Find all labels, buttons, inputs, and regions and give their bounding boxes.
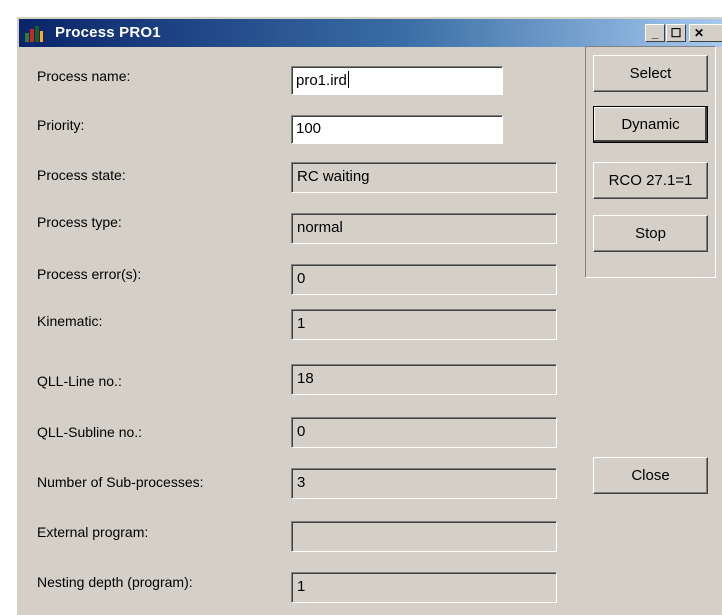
external-program-label: External program: xyxy=(37,524,149,540)
close-button[interactable]: Close xyxy=(593,457,708,494)
priority-input[interactable]: 100 xyxy=(291,115,503,144)
sub-processes-label: Number of Sub-processes: xyxy=(37,474,204,490)
process-state-label: Process state: xyxy=(37,167,126,183)
process-errors-field: 0 xyxy=(291,264,557,295)
dynamic-button[interactable]: Dynamic xyxy=(593,106,708,143)
minimize-icon: _ xyxy=(651,26,659,40)
process-type-field: normal xyxy=(291,213,557,244)
qll-line-label: QLL-Line no.: xyxy=(37,373,122,389)
sub-processes-field: 3 xyxy=(291,468,557,499)
kinematic-field: 1 xyxy=(291,309,557,340)
kinematic-label: Kinematic: xyxy=(37,313,103,329)
qll-subline-field: 0 xyxy=(291,417,557,448)
title-bar[interactable]: Process PRO1 _ ☐ ✕ xyxy=(19,19,722,47)
priority-label: Priority: xyxy=(37,117,85,133)
process-app-icon xyxy=(24,24,44,43)
stop-button[interactable]: Stop xyxy=(593,215,708,252)
process-type-label: Process type: xyxy=(37,214,122,230)
qll-line-field: 18 xyxy=(291,364,557,395)
rco-button[interactable]: RCO 27.1=1 xyxy=(593,162,708,199)
nesting-depth-field: 1 xyxy=(291,572,557,603)
qll-subline-label: QLL-Subline no.: xyxy=(37,424,143,440)
close-icon: ✕ xyxy=(694,26,705,40)
close-window-button[interactable]: ✕ xyxy=(689,24,722,42)
window-title: Process PRO1 xyxy=(55,24,161,41)
external-program-field xyxy=(291,521,557,552)
maximize-icon: ☐ xyxy=(670,26,682,40)
maximize-button[interactable]: ☐ xyxy=(666,24,686,42)
select-button[interactable]: Select xyxy=(593,55,708,92)
process-name-input[interactable]: pro1.ird xyxy=(291,66,503,95)
process-state-field: RC waiting xyxy=(291,162,557,193)
process-dialog: Process PRO1 _ ☐ ✕ Process name: pro1.ir… xyxy=(16,16,722,615)
minimize-button[interactable]: _ xyxy=(645,24,665,42)
process-name-label: Process name: xyxy=(37,68,131,84)
process-errors-label: Process error(s): xyxy=(37,266,142,282)
nesting-depth-label: Nesting depth (program): xyxy=(37,574,193,590)
